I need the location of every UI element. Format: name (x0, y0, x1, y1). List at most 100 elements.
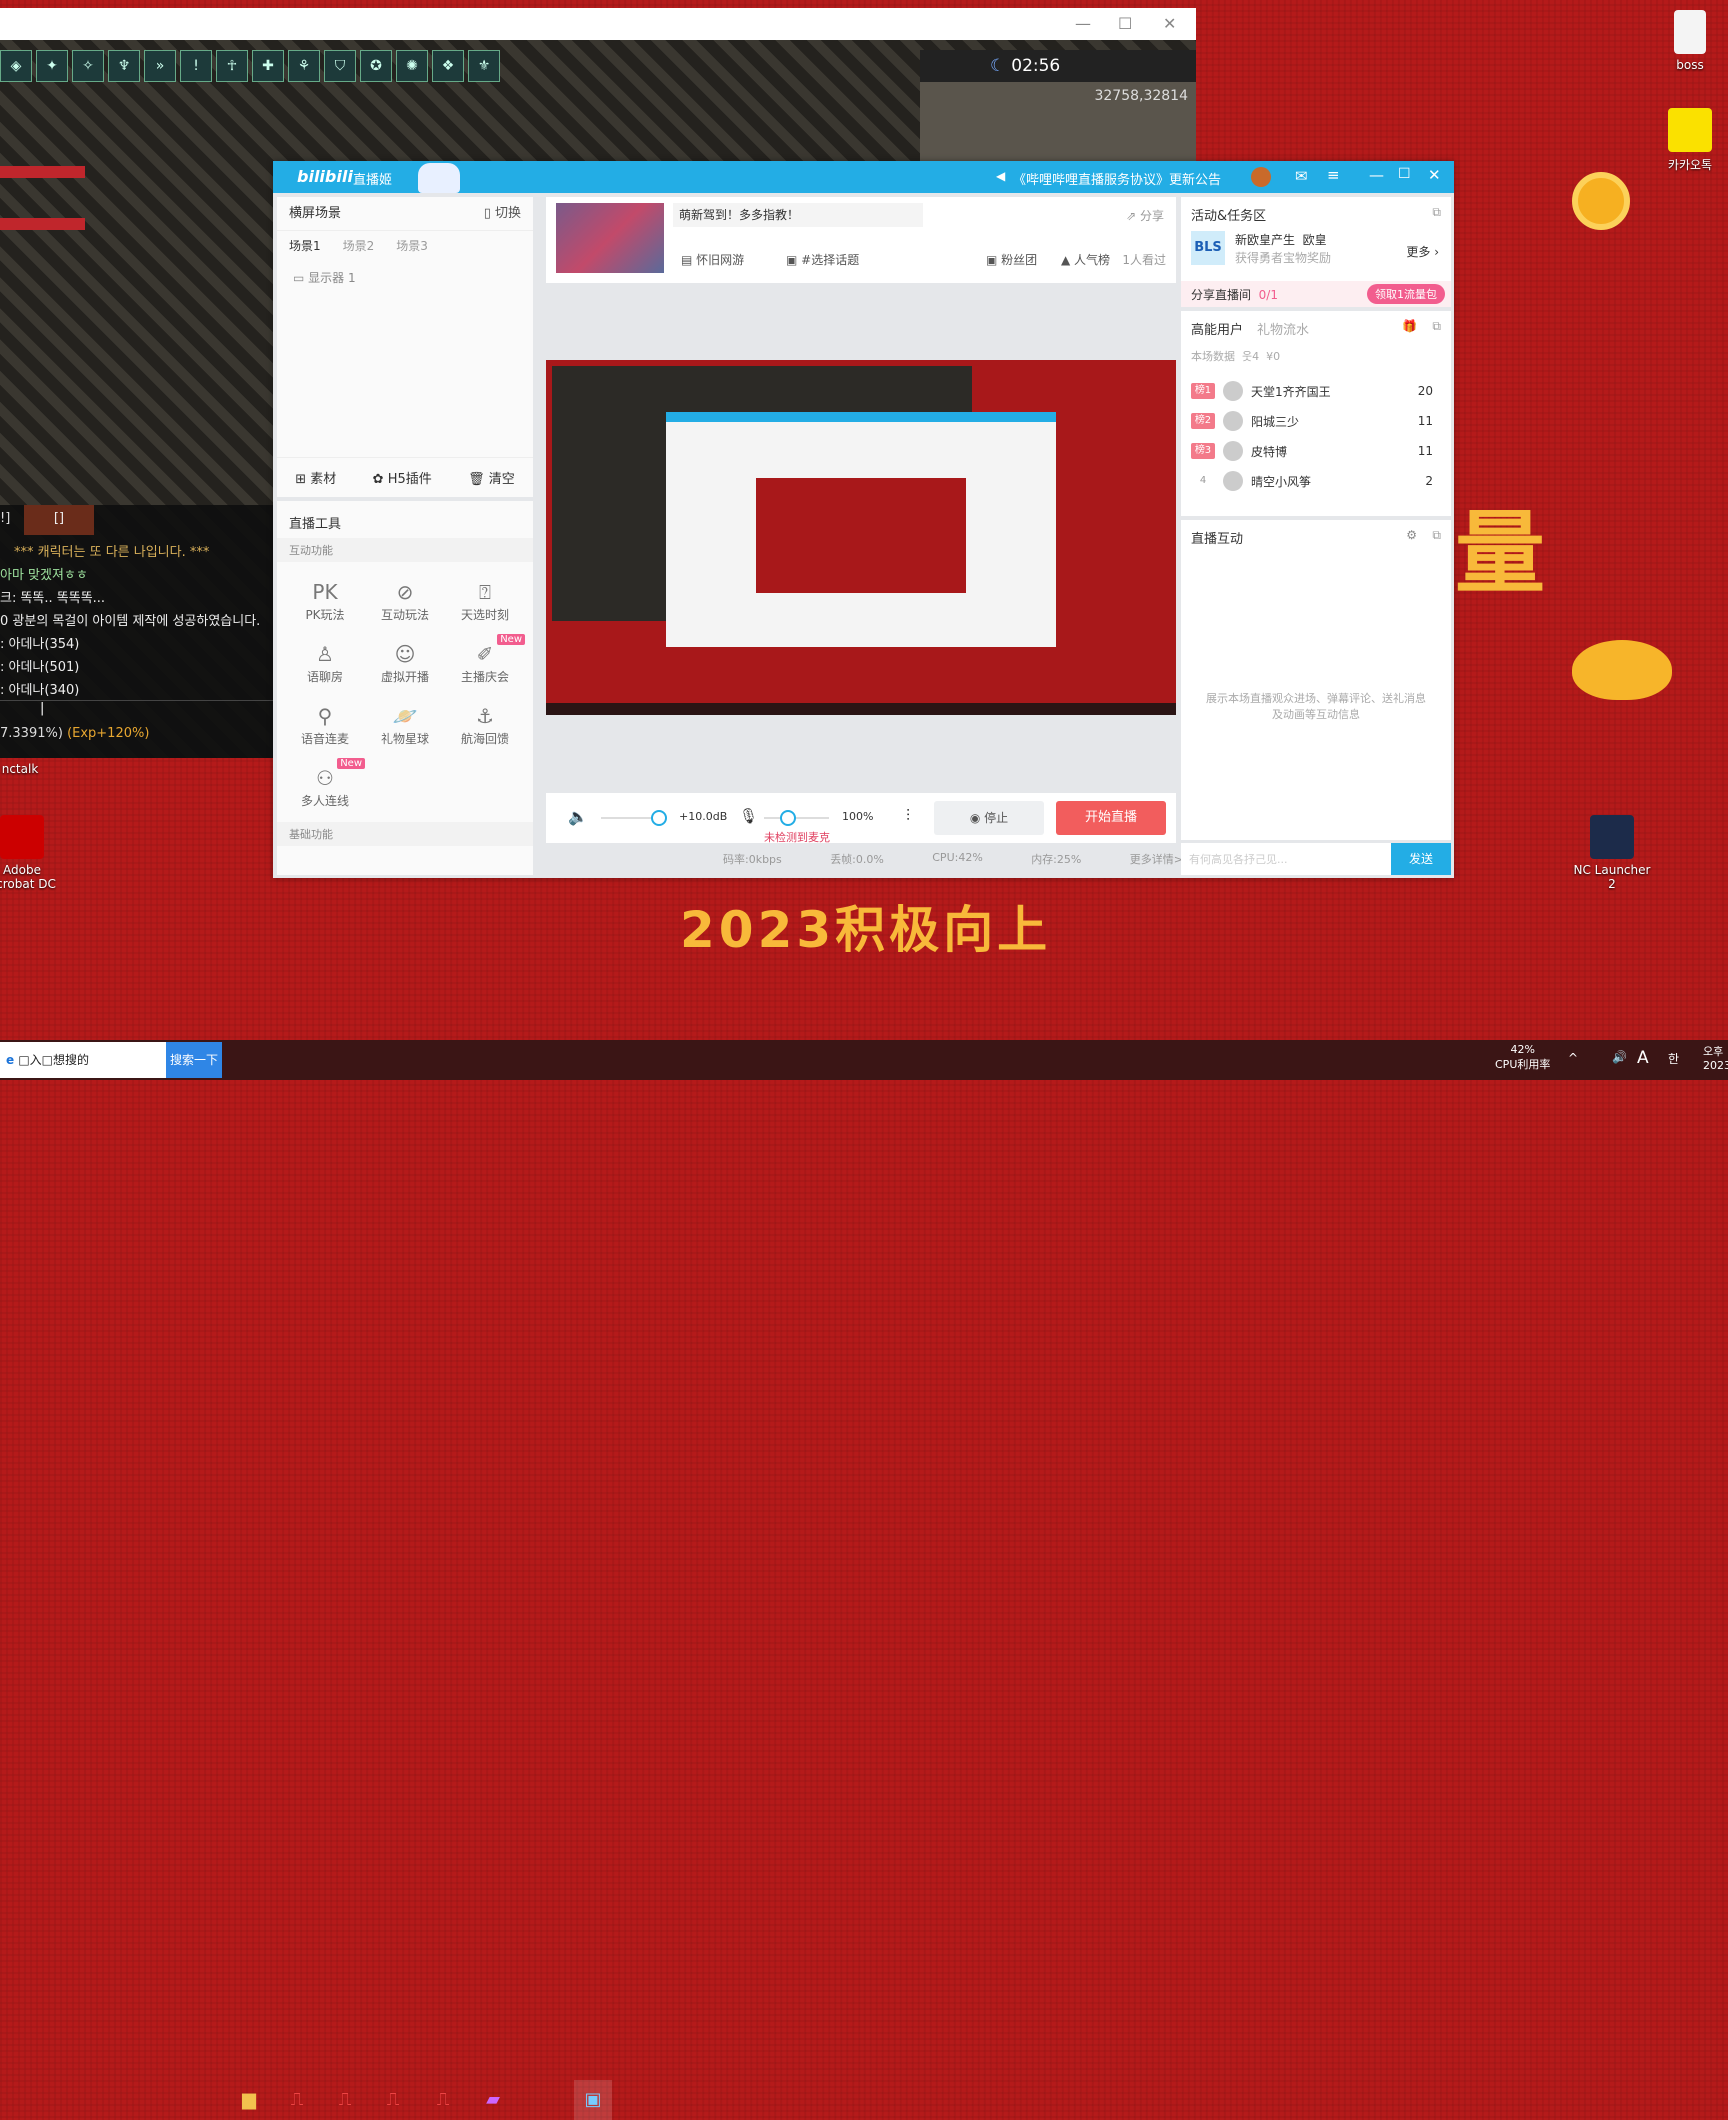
tool-celebration[interactable]: ✐ 主播庆会 New (445, 634, 525, 685)
acrobat-task-icon[interactable]: ⎍ (278, 2080, 316, 2120)
skill-icon[interactable]: ☥ (216, 50, 248, 82)
app-task-icon[interactable]: ▰ (474, 2080, 512, 2120)
menu-icon[interactable]: ≡ (1327, 166, 1340, 184)
chat-tab[interactable]: [] (24, 505, 94, 535)
bilibili-task-icon[interactable]: ▣ (574, 2080, 612, 2120)
volume-icon[interactable]: 🔈 (568, 807, 588, 826)
add-material-button[interactable]: ⊞ 素材 (295, 468, 336, 487)
stop-button[interactable]: ◉ 停止 (934, 801, 1044, 835)
skill-icon[interactable]: ✦ (36, 50, 68, 82)
gift-icon[interactable]: 🎁 (1402, 319, 1417, 333)
desktop-icon-kakaotalk[interactable]: 카카오톡 (1650, 108, 1728, 173)
rank-row[interactable]: 4 晴空小风筝 2 (1191, 466, 1441, 496)
acrobat-task-icon[interactable]: ⎍ (326, 2080, 364, 2120)
clear-button[interactable]: 🗑 清空 (468, 468, 515, 487)
tool-gift-planet[interactable]: 🪐 礼物星球 (365, 704, 445, 747)
tool-voice-room[interactable]: ♙ 语聊房 (285, 642, 365, 685)
tool-anchor[interactable]: ⚓ 航海回馈 (445, 704, 525, 747)
skill-icon[interactable]: ❖ (432, 50, 464, 82)
acrobat-task-icon[interactable]: ⎍ (374, 2080, 412, 2120)
acrobat-task-icon[interactable]: ⎍ (424, 2080, 462, 2120)
fans-button[interactable]: ▣ 粉丝团 (986, 251, 1037, 268)
keyboard-icon[interactable]: 한 (1668, 1050, 1679, 1067)
tab-scene-2[interactable]: 场景2 (343, 231, 375, 261)
settings-icon[interactable]: ⚙ (1406, 528, 1417, 542)
room-title-input[interactable]: 萌新驾到！多多指教！ (673, 203, 923, 227)
minimize-button[interactable]: — (1369, 166, 1384, 184)
danmaku-input[interactable]: 有何高见各抒己见... (1181, 843, 1391, 875)
skill-icon[interactable]: ✺ (396, 50, 428, 82)
minimize-button[interactable]: — (1075, 14, 1091, 33)
popout-icon[interactable]: ⧉ (1432, 319, 1441, 334)
skill-icon[interactable]: ♆ (108, 50, 140, 82)
desktop-icon-boss[interactable]: boss (1650, 10, 1728, 72)
file-explorer-icon[interactable]: ▆ (230, 2080, 268, 2120)
tool-voice-link[interactable]: ⚲ 语音连麦 (285, 704, 365, 747)
search-button[interactable]: 搜索一下 (166, 1042, 222, 1078)
share-button[interactable]: ⇗ 分享 (1126, 207, 1164, 224)
room-cover[interactable] (556, 203, 664, 273)
tray-expand-icon[interactable]: ^ (1568, 1051, 1578, 1065)
mixer-icon[interactable]: ⫶ (906, 806, 910, 826)
more-link[interactable]: 更多 › (1406, 243, 1439, 260)
topic-button[interactable]: ▣ #选择话题 (786, 251, 859, 268)
mail-icon[interactable]: ✉ (1295, 167, 1308, 185)
kakaotalk-icon (1668, 108, 1712, 152)
tab-scene-1[interactable]: 场景1 (289, 231, 321, 261)
skill-icon[interactable]: ⛉ (324, 50, 356, 82)
rank-row[interactable]: 榜1 天堂1齐齐国王 20 (1191, 376, 1441, 406)
avatar[interactable] (1251, 167, 1271, 187)
skill-icon[interactable]: » (144, 50, 176, 82)
maximize-button[interactable]: ☐ (1398, 166, 1411, 182)
send-button[interactable]: 发送 (1391, 843, 1451, 875)
notice-link[interactable]: 《哔哩哔哩直播服务协议》更新公告 (1013, 169, 1221, 188)
tool-lottery[interactable]: ⍰ 天选时刻 (445, 580, 525, 623)
chat-input[interactable]: | (0, 700, 275, 726)
source-item[interactable]: ▭ 显示器 1 (277, 261, 533, 294)
tool-pk[interactable]: PK PK玩法 (285, 580, 365, 623)
close-button[interactable]: ✕ (1163, 14, 1176, 33)
clock[interactable]: 오후 2023 (1703, 1043, 1728, 1072)
maximize-button[interactable]: ☐ (1118, 14, 1132, 33)
skill-icon[interactable]: ✧ (72, 50, 104, 82)
fans-icon: ▣ (986, 253, 1002, 267)
skill-icon[interactable]: ⚜ (468, 50, 500, 82)
nc-launcher-icon (1590, 815, 1634, 859)
claim-button[interactable]: 领取1流量包 (1367, 284, 1445, 304)
skill-icon[interactable]: ✚ (252, 50, 284, 82)
mic-slider[interactable] (764, 810, 829, 826)
tool-multi-link[interactable]: ⚇ 多人连线 New (285, 758, 365, 809)
bilibili-logo: bilibili (297, 167, 353, 186)
desktop-icon-nctalk[interactable]: nctalk (0, 762, 60, 776)
tool-interactive-play[interactable]: ⊘ 互动玩法 (365, 580, 445, 623)
speaker-icon[interactable]: 🔊 (1612, 1050, 1627, 1064)
h5-plugin-button[interactable]: ✿ H5插件 (373, 468, 432, 487)
ime-indicator[interactable]: A (1637, 1048, 1649, 1068)
popularity-button[interactable]: ▲ 人气榜 (1061, 251, 1110, 268)
rank-row[interactable]: 榜3 皮特博 11 (1191, 436, 1441, 466)
close-button[interactable]: ✕ (1428, 166, 1441, 184)
desktop-icon-acrobat[interactable]: Adobe Acrobat DC (0, 815, 62, 891)
more-details-link[interactable]: 更多详情> (1130, 851, 1183, 867)
desktop-icon-nc-launcher[interactable]: NC Launcher 2 (1572, 815, 1652, 891)
popout-icon[interactable]: ⧉ (1432, 205, 1441, 220)
tab-high-energy-users[interactable]: 高能用户 (1191, 319, 1243, 338)
stream-preview[interactable] (546, 360, 1176, 715)
start-live-button[interactable]: 开始直播 (1056, 801, 1166, 835)
mic-icon[interactable]: 🎙 (739, 807, 758, 825)
volume-slider[interactable] (601, 810, 667, 826)
chat-tab[interactable]: !] (0, 505, 24, 535)
switch-button[interactable]: ▯ 切换 (484, 197, 521, 230)
category-button[interactable]: ▤ 怀旧网游 (681, 251, 744, 268)
skill-icon[interactable]: ✪ (360, 50, 392, 82)
rank-row[interactable]: 榜2 阳城三少 11 (1191, 406, 1441, 436)
search-box[interactable]: e □入□想搜的 (0, 1042, 166, 1078)
tab-scene-3[interactable]: 场景3 (396, 231, 428, 261)
skill-icon[interactable]: ◈ (0, 50, 32, 82)
skill-icon[interactable]: ! (180, 50, 212, 82)
activity-name[interactable]: 新欧皇产生 欧皇 (1235, 231, 1327, 248)
tab-gift-flow[interactable]: 礼物流水 (1257, 319, 1309, 338)
skill-icon[interactable]: ⚘ (288, 50, 320, 82)
tool-virtual-live[interactable]: ☺ 虚拟开播 (365, 642, 445, 685)
popout-icon[interactable]: ⧉ (1432, 528, 1441, 543)
